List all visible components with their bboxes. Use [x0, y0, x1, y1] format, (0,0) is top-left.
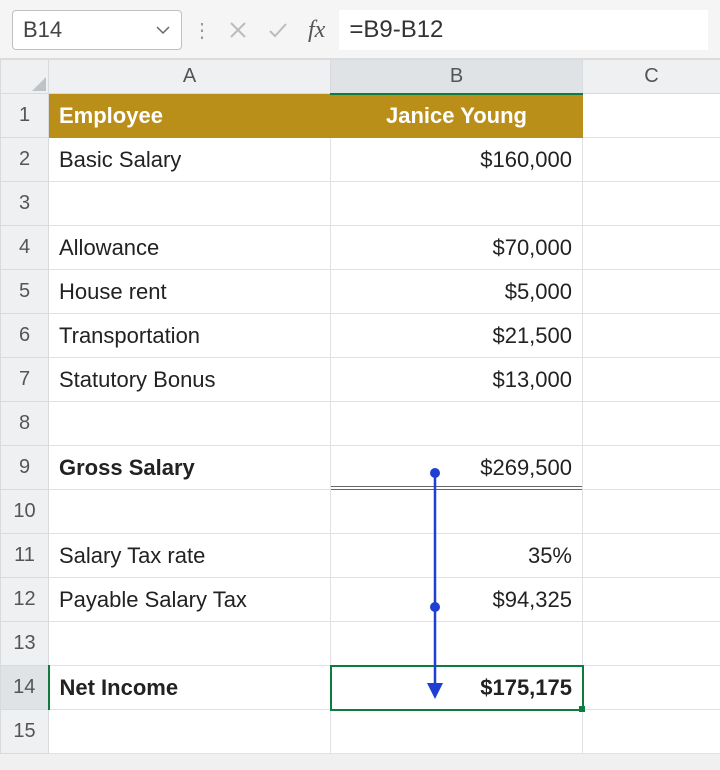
cell-C7[interactable] [583, 358, 720, 402]
formula-bar: B14 ⋮ fx [0, 0, 720, 59]
cell-B4[interactable]: $70,000 [331, 226, 583, 270]
row-header[interactable]: 11 [1, 534, 49, 578]
select-all-corner[interactable] [1, 60, 49, 94]
cell-B14[interactable]: $175,175 [331, 666, 583, 710]
cell-C11[interactable] [583, 534, 720, 578]
cell-A5[interactable]: House rent [49, 270, 331, 314]
formula-input[interactable] [339, 10, 708, 50]
cell-C9[interactable] [583, 446, 720, 490]
cell-C15[interactable] [583, 710, 720, 754]
cell-B5[interactable]: $5,000 [331, 270, 583, 314]
cell-B2[interactable]: $160,000 [331, 138, 583, 182]
col-header-B[interactable]: B [331, 60, 583, 94]
cell-C1[interactable] [583, 94, 720, 138]
cell-A1[interactable]: Employee [49, 94, 331, 138]
cell-A13[interactable] [49, 622, 331, 666]
cell-C2[interactable] [583, 138, 720, 182]
cell-A12[interactable]: Payable Salary Tax [49, 578, 331, 622]
cell-A9[interactable]: Gross Salary [49, 446, 331, 490]
cell-C4[interactable] [583, 226, 720, 270]
name-box[interactable]: B14 [12, 10, 182, 50]
cell-B1[interactable]: Janice Young [331, 94, 583, 138]
cell-C12[interactable] [583, 578, 720, 622]
cell-B13[interactable] [331, 622, 583, 666]
row-header[interactable]: 4 [1, 226, 49, 270]
cell-C14[interactable] [583, 666, 720, 710]
cell-B7[interactable]: $13,000 [331, 358, 583, 402]
cell-C8[interactable] [583, 402, 720, 446]
row-header[interactable]: 6 [1, 314, 49, 358]
row-header[interactable]: 10 [1, 490, 49, 534]
row-header[interactable]: 13 [1, 622, 49, 666]
chevron-down-icon[interactable] [155, 22, 171, 38]
cell-B12[interactable]: $94,325 [331, 578, 583, 622]
cell-C10[interactable] [583, 490, 720, 534]
cell-B6[interactable]: $21,500 [331, 314, 583, 358]
cell-A7[interactable]: Statutory Bonus [49, 358, 331, 402]
row-header[interactable]: 14 [1, 666, 49, 710]
worksheet-grid: A B C 1 Employee Janice Young 2 Basic Sa… [0, 59, 720, 754]
cell-B11[interactable]: 35% [331, 534, 583, 578]
cell-A3[interactable] [49, 182, 331, 226]
row-header[interactable]: 15 [1, 710, 49, 754]
col-header-A[interactable]: A [49, 60, 331, 94]
cell-B8[interactable] [331, 402, 583, 446]
row-header[interactable]: 1 [1, 94, 49, 138]
row-header[interactable]: 3 [1, 182, 49, 226]
row-header[interactable]: 5 [1, 270, 49, 314]
cell-A14[interactable]: Net Income [49, 666, 331, 710]
cell-A11[interactable]: Salary Tax rate [49, 534, 331, 578]
cell-C3[interactable] [583, 182, 720, 226]
col-header-C[interactable]: C [583, 60, 720, 94]
cell-C6[interactable] [583, 314, 720, 358]
cell-A2[interactable]: Basic Salary [49, 138, 331, 182]
cell-C5[interactable] [583, 270, 720, 314]
row-header[interactable]: 8 [1, 402, 49, 446]
name-box-value: B14 [23, 17, 62, 43]
cell-B3[interactable] [331, 182, 583, 226]
row-header[interactable]: 7 [1, 358, 49, 402]
cell-A8[interactable] [49, 402, 331, 446]
cell-B9[interactable]: $269,500 [331, 446, 583, 490]
cell-A4[interactable]: Allowance [49, 226, 331, 270]
row-header[interactable]: 12 [1, 578, 49, 622]
separator-icon: ⋮ [192, 18, 212, 43]
cell-A10[interactable] [49, 490, 331, 534]
cancel-button[interactable] [222, 14, 254, 46]
cell-B15[interactable] [331, 710, 583, 754]
row-header[interactable]: 2 [1, 138, 49, 182]
cell-B10[interactable] [331, 490, 583, 534]
cell-C13[interactable] [583, 622, 720, 666]
cell-A15[interactable] [49, 710, 331, 754]
fx-icon[interactable]: fx [308, 17, 325, 44]
confirm-button[interactable] [262, 14, 294, 46]
row-header[interactable]: 9 [1, 446, 49, 490]
cell-A6[interactable]: Transportation [49, 314, 331, 358]
